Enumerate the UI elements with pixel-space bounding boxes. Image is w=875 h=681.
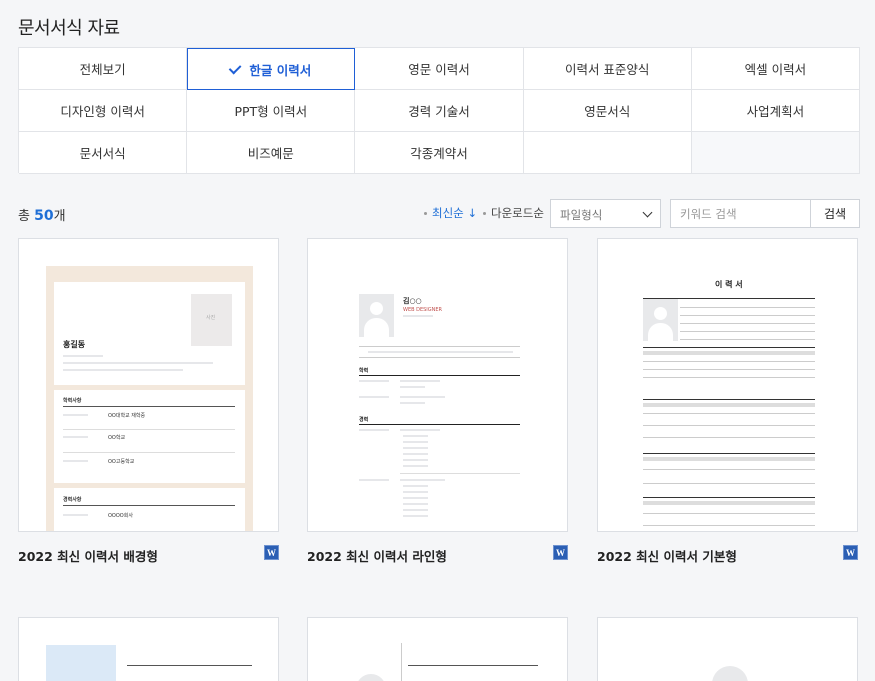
template-card-1[interactable]: 사진 홍길동 학력사항 OO대학교 재학중 OO학교 OO고등학교 경력사항 O… <box>18 238 279 532</box>
card-title-2[interactable]: 2022 최신 이력서 라인형 <box>307 546 447 565</box>
category-all[interactable]: 전체보기 <box>19 48 188 90</box>
word-file-icon: W <box>843 545 858 560</box>
card-title-3[interactable]: 2022 최신 이력서 기본형 <box>597 546 737 565</box>
template-card-6[interactable] <box>597 617 858 681</box>
category-tabs: 전체보기 한글 이력서 영문 이력서 이력서 표준양식 엑셀 이력서 디자인형 … <box>18 47 860 174</box>
category-business-plan[interactable]: 사업계획서 <box>691 90 860 132</box>
page-title: 문서서식 자료 <box>18 18 120 39</box>
category-business-examples[interactable]: 비즈예문 <box>187 132 356 174</box>
sort-latest[interactable]: 최신순 ↓ <box>424 205 477 221</box>
thumbnail-background-resume: 사진 홍길동 학력사항 OO대학교 재학중 OO학교 OO고등학교 경력사항 O… <box>46 266 253 531</box>
category-english-resume[interactable]: 영문 이력서 <box>355 48 524 90</box>
category-design-resume[interactable]: 디자인형 이력서 <box>19 90 188 132</box>
check-icon <box>229 61 242 74</box>
thumbnail-line-resume: 김○○ WEB DESIGNER 학력 경력 <box>308 239 567 531</box>
search-button[interactable]: 검색 <box>811 199 860 228</box>
thumbnail-basic-resume: 이 력 서 <box>598 239 857 531</box>
search-input[interactable] <box>670 199 811 228</box>
category-career-description[interactable]: 경력 기술서 <box>355 90 524 132</box>
sort-downloads[interactable]: 다운로드순 <box>483 205 544 221</box>
template-card-2[interactable]: 김○○ WEB DESIGNER 학력 경력 <box>307 238 568 532</box>
arrow-down-icon: ↓ <box>467 206 478 220</box>
word-file-icon: W <box>553 545 568 560</box>
template-card-4[interactable] <box>18 617 279 681</box>
card-title-1[interactable]: 2022 최신 이력서 배경형 <box>18 546 158 565</box>
dot-icon <box>424 212 427 215</box>
word-file-icon: W <box>264 545 279 560</box>
chevron-down-icon <box>642 207 653 218</box>
file-type-select[interactable]: 파일형식 <box>550 199 661 228</box>
category-empty <box>691 132 860 174</box>
category-document-forms[interactable]: 문서서식 <box>19 132 188 174</box>
category-contracts[interactable]: 각종계약서 <box>355 132 524 174</box>
category-excel-resume[interactable]: 엑셀 이력서 <box>691 48 860 90</box>
template-card-5[interactable] <box>307 617 568 681</box>
category-empty <box>523 132 692 174</box>
category-standard-resume[interactable]: 이력서 표준양식 <box>523 48 692 90</box>
template-card-3[interactable]: 이 력 서 <box>597 238 858 532</box>
result-count: 총 50개 <box>18 208 66 224</box>
category-korean-resume[interactable]: 한글 이력서 <box>187 48 356 90</box>
category-english-forms[interactable]: 영문서식 <box>523 90 692 132</box>
dot-icon <box>483 212 486 215</box>
category-ppt-resume[interactable]: PPT형 이력서 <box>187 90 356 132</box>
